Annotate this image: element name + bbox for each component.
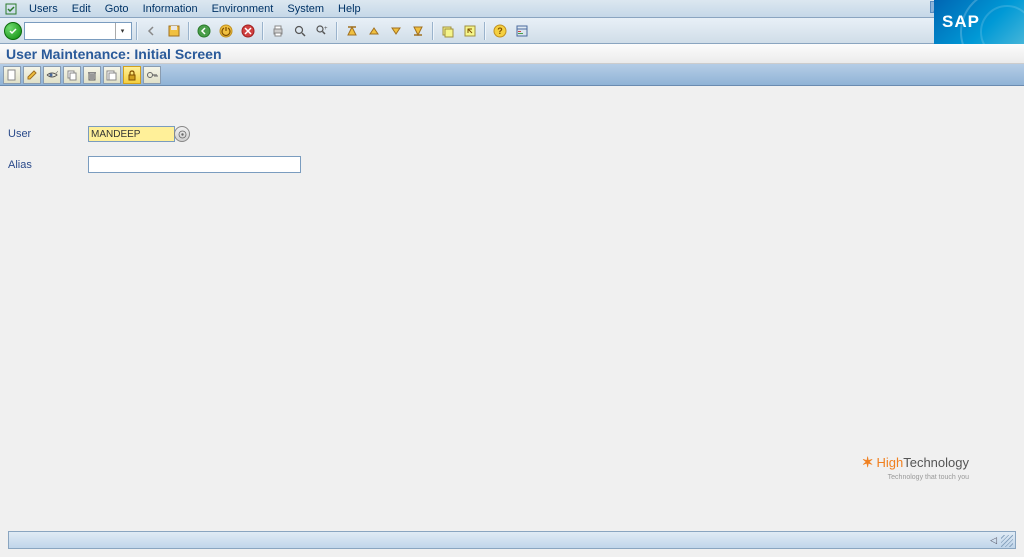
help-button[interactable]: ? bbox=[490, 21, 510, 41]
transaction-title: User Maintenance: Initial Screen bbox=[0, 44, 1024, 64]
program-icon[interactable] bbox=[4, 2, 18, 16]
user-input-wrapper bbox=[88, 126, 190, 142]
first-page-button[interactable] bbox=[342, 21, 362, 41]
alias-label: Alias bbox=[8, 159, 88, 171]
last-page-button[interactable] bbox=[408, 21, 428, 41]
command-dropdown[interactable]: ▾ bbox=[115, 23, 129, 39]
menu-help[interactable]: Help bbox=[331, 3, 368, 15]
sap-logo: SAP bbox=[934, 0, 1024, 44]
save-button[interactable] bbox=[164, 21, 184, 41]
change-button[interactable] bbox=[23, 66, 41, 84]
content-area: User Alias ✶ HighTechnology Technology t… bbox=[0, 86, 1024, 526]
find-next-button[interactable]: + bbox=[312, 21, 332, 41]
sap-logo-text: SAP bbox=[942, 12, 980, 32]
layout-button[interactable] bbox=[512, 21, 532, 41]
separator bbox=[188, 22, 190, 40]
menu-system[interactable]: System bbox=[280, 3, 331, 15]
status-expand-icon[interactable]: ◁ bbox=[990, 535, 997, 546]
menu-goto[interactable]: Goto bbox=[98, 3, 136, 15]
print-button[interactable] bbox=[268, 21, 288, 41]
user-input[interactable] bbox=[88, 126, 175, 142]
lock-unlock-button[interactable] bbox=[123, 66, 141, 84]
command-field-wrapper: ▾ bbox=[24, 22, 132, 40]
svg-text:+: + bbox=[324, 26, 328, 32]
exit-button[interactable] bbox=[216, 21, 236, 41]
resize-grip[interactable] bbox=[1001, 535, 1013, 547]
separator bbox=[262, 22, 264, 40]
create-button[interactable] bbox=[3, 66, 21, 84]
svg-text:✓: ✓ bbox=[55, 70, 58, 76]
user-label: User bbox=[8, 128, 88, 140]
separator bbox=[432, 22, 434, 40]
alias-input[interactable] bbox=[88, 156, 301, 173]
menu-information[interactable]: Information bbox=[136, 3, 205, 15]
watermark-tagline: Technology that touch you bbox=[888, 474, 969, 481]
find-button[interactable] bbox=[290, 21, 310, 41]
enter-button[interactable] bbox=[4, 22, 22, 40]
standard-toolbar: ▾ + ? bbox=[0, 18, 1024, 44]
shortcut-button[interactable] bbox=[460, 21, 480, 41]
command-field[interactable] bbox=[25, 24, 115, 38]
back-button[interactable] bbox=[142, 21, 162, 41]
alias-field-row: Alias bbox=[8, 156, 1016, 173]
status-bar: ◁ bbox=[8, 531, 1016, 549]
next-page-button[interactable] bbox=[386, 21, 406, 41]
watermark-icon: ✶ bbox=[862, 454, 874, 471]
menu-users[interactable]: Users bbox=[22, 3, 65, 15]
overview-button[interactable] bbox=[103, 66, 121, 84]
password-button[interactable] bbox=[143, 66, 161, 84]
display-button[interactable]: ✓ bbox=[43, 66, 61, 84]
menu-edit[interactable]: Edit bbox=[65, 3, 98, 15]
user-search-help-button[interactable] bbox=[174, 126, 190, 142]
cancel-button[interactable] bbox=[238, 21, 258, 41]
copy-button[interactable] bbox=[63, 66, 81, 84]
menu-bar: Users Edit Goto Information Environment … bbox=[0, 0, 1024, 18]
menu-environment[interactable]: Environment bbox=[205, 3, 281, 15]
separator bbox=[136, 22, 138, 40]
application-toolbar: ✓ bbox=[0, 64, 1024, 86]
svg-text:?: ? bbox=[497, 26, 503, 36]
new-session-button[interactable] bbox=[438, 21, 458, 41]
user-field-row: User bbox=[8, 126, 1016, 142]
watermark: ✶ HighTechnology bbox=[862, 454, 969, 471]
title-text: User Maintenance: Initial Screen bbox=[6, 46, 222, 62]
prev-page-button[interactable] bbox=[364, 21, 384, 41]
watermark-text: HighTechnology bbox=[876, 455, 969, 470]
separator bbox=[484, 22, 486, 40]
separator bbox=[336, 22, 338, 40]
delete-button[interactable] bbox=[83, 66, 101, 84]
back-nav-button[interactable] bbox=[194, 21, 214, 41]
